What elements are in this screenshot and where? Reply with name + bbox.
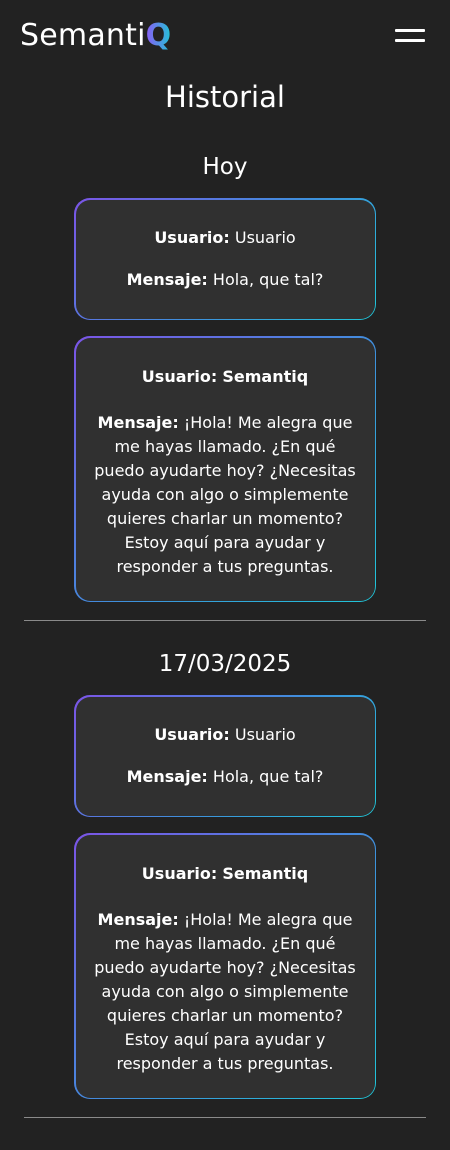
section-divider (24, 1117, 426, 1118)
user-value: Usuario (234, 227, 296, 247)
message-value: ¡Hola! Me alegra que me hayas llamado. ¿… (94, 909, 356, 1073)
message-card[interactable]: Usuario: Usuario Mensaje: Hola, que tal? (74, 695, 376, 817)
message-label: Mensaje: (97, 412, 179, 432)
menu-bar-top (395, 29, 425, 32)
section-date: 17/03/2025 (158, 651, 292, 677)
semantiq-logo[interactable]: SemantiQ (20, 16, 171, 56)
user-label: Usuario: (154, 724, 230, 744)
message-user-line: Usuario: Usuario (76, 226, 375, 250)
message-card-body: Usuario: Usuario Mensaje: Hola, que tal? (75, 696, 375, 816)
message-label: Mensaje: (126, 269, 208, 289)
history-page: SemantiQ Historial Hoy Usuario: Usuario … (0, 0, 450, 1150)
message-card-body: Usuario: Usuario Mensaje: Hola, que tal? (75, 199, 375, 319)
message-label: Mensaje: (126, 766, 208, 786)
message-text-line: Mensaje: ¡Hola! Me alegra que me hayas l… (92, 411, 359, 579)
message-text-line: Mensaje: ¡Hola! Me alegra que me hayas l… (92, 908, 359, 1076)
logo-accent: Q (145, 18, 172, 53)
top-header: SemantiQ (0, 0, 450, 72)
message-card[interactable]: Usuario: Usuario Mensaje: Hola, que tal? (74, 198, 376, 320)
user-value: Semantiq (222, 863, 309, 883)
message-card-body: Usuario: Semantiq Mensaje: ¡Hola! Me ale… (75, 834, 375, 1098)
message-user-line: Usuario: Semantiq (92, 862, 359, 886)
user-label: Usuario: (141, 366, 218, 386)
section-date: Hoy (202, 154, 248, 180)
message-text-line: Mensaje: Hola, que tal? (76, 268, 375, 292)
user-label: Usuario: (141, 863, 218, 883)
message-label: Mensaje: (97, 909, 179, 929)
section-divider (24, 620, 426, 621)
message-card[interactable]: Usuario: Semantiq Mensaje: ¡Hola! Me ale… (74, 336, 376, 602)
user-value: Usuario (234, 724, 296, 744)
message-user-line: Usuario: Semantiq (92, 365, 359, 389)
user-label: Usuario: (154, 227, 230, 247)
message-card-body: Usuario: Semantiq Mensaje: ¡Hola! Me ale… (75, 337, 375, 601)
message-text-line: Mensaje: Hola, que tal? (76, 765, 375, 789)
logo-text: Semanti (20, 18, 146, 53)
message-value: Hola, que tal? (212, 269, 324, 289)
message-value: ¡Hola! Me alegra que me hayas llamado. ¿… (94, 412, 356, 576)
hamburger-menu-icon[interactable] (393, 27, 427, 47)
user-value: Semantiq (222, 366, 309, 386)
page-title: Historial (165, 80, 285, 114)
message-value: Hola, que tal? (212, 766, 324, 786)
menu-bar-bottom (395, 39, 425, 42)
message-user-line: Usuario: Usuario (76, 723, 375, 747)
message-card[interactable]: Usuario: Semantiq Mensaje: ¡Hola! Me ale… (74, 833, 376, 1099)
